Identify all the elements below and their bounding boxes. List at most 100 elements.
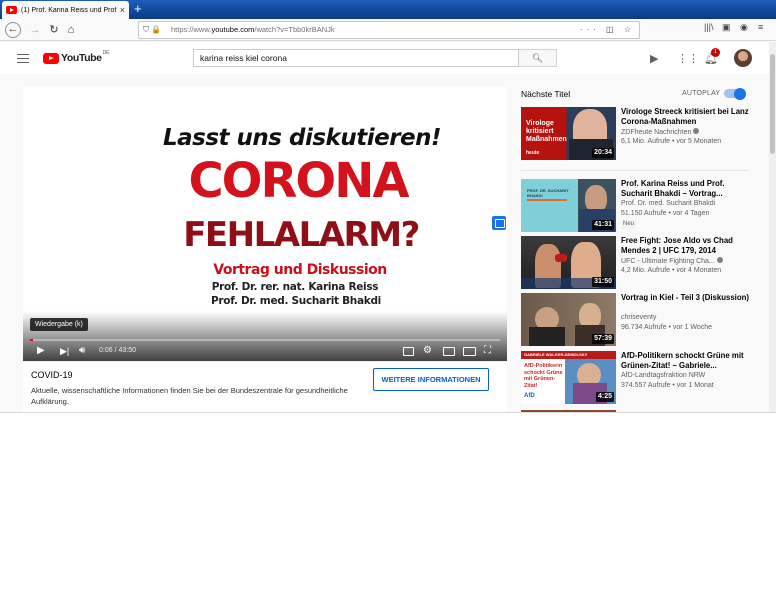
theater-mode-icon[interactable] <box>463 347 476 356</box>
video-channel[interactable]: chriseventy <box>621 314 656 321</box>
info-panel-description: Aktuelle, wissenschaftliche Informatione… <box>31 386 348 406</box>
thumbnail-caption: PROF. DR. SUCHARIT BHAKDI <box>527 188 569 198</box>
video-thumbnail[interactable]: Virologe kritisiert Maßnahmen heute 20:3… <box>521 107 616 160</box>
video-title[interactable]: AfD-Politikern schockt Grüne mit Grünen-… <box>621 351 749 371</box>
list-item[interactable]: Virologe kritisiert Maßnahmen heute 20:3… <box>521 107 751 161</box>
progress-fill <box>30 339 33 341</box>
time-display: 0:06 / 43:50 <box>99 347 136 354</box>
video-frame-line-2: CORONA <box>188 153 409 209</box>
miniplayer-icon[interactable] <box>443 347 455 356</box>
logo-word: YouTube <box>61 52 102 64</box>
url-host: youtube.com <box>211 25 255 34</box>
guide-menu-icon[interactable] <box>17 54 29 63</box>
progress-bar[interactable] <box>30 339 500 341</box>
play-tooltip: Wiedergabe (k) <box>30 318 88 331</box>
video-duration: 41:31 <box>592 220 614 230</box>
video-channel-name: ZDFheute Nachrichten <box>621 129 692 136</box>
toggle-knob <box>734 87 746 100</box>
thumbnail-brand: heute <box>526 150 540 156</box>
video-thumbnail[interactable]: PROF. DR. SUCHARIT BHAKDI 41:31 <box>521 179 616 232</box>
time-current: 0:06 <box>99 347 113 354</box>
video-title[interactable]: Prof. Karina Reiss und Prof. Sucharit Bh… <box>621 179 749 199</box>
apps-grid-icon[interactable]: ⋮⋮ <box>677 52 699 65</box>
video-meta: 4,2 Mio. Aufrufe • vor 4 Monaten <box>621 267 722 274</box>
home-button[interactable]: ⌂ <box>63 22 79 38</box>
url-path: /watch?v=Tbb0krBANJk <box>254 25 335 34</box>
thumbnail-caption: Virologe kritisiert Maßnahmen <box>526 120 567 143</box>
scrollbar-thumb[interactable] <box>770 54 775 154</box>
list-item[interactable]: 31:50 Free Fight: Jose Aldo vs Chad Mend… <box>521 236 751 290</box>
video-channel[interactable]: Prof. Dr. med. Sucharit Bhakdi <box>621 200 715 207</box>
tab-close-icon[interactable]: × <box>120 5 125 15</box>
volume-icon[interactable]: 🔊︎ <box>79 345 85 357</box>
new-tab-button[interactable]: + <box>134 2 142 16</box>
autoplay-toggle[interactable] <box>724 87 746 100</box>
video-thumbnail[interactable]: 31:50 <box>521 236 616 289</box>
library-icon[interactable]: |||\ <box>704 22 714 32</box>
shield-lock-icon: ⛉ 🔒 <box>143 25 162 34</box>
video-channel[interactable]: ZDFheute Nachrichten <box>621 128 700 136</box>
verified-icon <box>716 257 723 263</box>
video-duration: 20:34 <box>592 148 614 158</box>
video-meta: 51.150 Aufrufe • vor 4 Tagen <box>621 210 710 217</box>
page-scrollbar[interactable] <box>769 42 776 412</box>
notification-count: 1 <box>711 48 720 57</box>
youtube-play-icon <box>43 52 59 64</box>
video-thumbnail[interactable]: GABRIELE WALGER-DEMOLSKY AfD-Politikerin… <box>521 351 616 404</box>
player-controls: ▶ ▶| 🔊︎ 0:06 / 43:50 ⚙ ⛶ <box>23 343 507 361</box>
video-duration: 31:50 <box>592 277 614 287</box>
video-duration: 4:25 <box>595 392 614 402</box>
sidebar-icon[interactable]: ▣ <box>722 22 731 33</box>
page-actions-menu-icon[interactable]: ··· <box>580 25 600 34</box>
video-title[interactable]: Virologe Streeck kritisiert bei Lanz Cor… <box>621 107 749 127</box>
list-item-partial[interactable] <box>521 410 616 412</box>
video-frame-line-3: FEHLALARM? <box>183 215 420 255</box>
subtitles-icon[interactable] <box>403 347 414 356</box>
url-bar[interactable]: ⛉ 🔒 https://www.youtube.com/watch?v=Tbb0… <box>138 21 640 39</box>
avatar[interactable] <box>734 49 752 67</box>
video-channel[interactable]: UFC - Ultimate Fighting Cha... <box>621 257 723 265</box>
youtube-header: YouTube DE karina reiss kiel corona 🔍︎ ▶… <box>0 42 770 74</box>
search-icon: 🔍︎ <box>531 53 544 63</box>
video-meta: 96.734 Aufrufe • vor 1 Woche <box>621 324 713 331</box>
new-badge: Neu <box>621 220 637 229</box>
search-button[interactable]: 🔍︎ <box>519 49 557 67</box>
list-item[interactable]: PROF. DR. SUCHARIT BHAKDI 41:31 Prof. Ka… <box>521 179 751 233</box>
next-icon[interactable]: ▶| <box>60 345 69 357</box>
play-icon[interactable]: ▶ <box>37 345 45 357</box>
menu-icon[interactable]: ≡ <box>758 22 763 32</box>
thumbnail-header: GABRIELE WALGER-DEMOLSKY <box>524 352 588 357</box>
video-thumbnail[interactable]: 57:39 <box>521 293 616 346</box>
up-next-label: Nächste Titel <box>521 89 571 99</box>
back-button[interactable]: ← <box>5 22 21 38</box>
video-title[interactable]: Vortrag in Kiel - Teil 3 (Diskussion) <box>621 293 749 303</box>
forward-button[interactable]: → <box>27 22 43 38</box>
url-prefix: https://www. <box>171 25 212 34</box>
video-channel[interactable]: AfD-Landtagsfraktion NRW <box>621 372 705 379</box>
browser-tab[interactable]: (1) Prof. Karina Reiss und Prof. × <box>2 1 129 19</box>
video-meta: 6,1 Mio. Aufrufe • vor 5 Monaten <box>621 138 722 145</box>
youtube-logo[interactable]: YouTube DE <box>43 50 110 64</box>
thumbnail-caption: AfD-Politikerin schockt Grüne mit Grünen… <box>524 363 563 389</box>
more-info-button[interactable]: WEITERE INFORMATIONEN <box>373 368 489 391</box>
browser-tab-bar: (1) Prof. Karina Reiss und Prof. × + <box>0 0 776 19</box>
reload-button[interactable]: ↻ <box>46 22 62 38</box>
account-icon[interactable]: ◉ <box>740 22 748 33</box>
video-player[interactable]: Lasst uns diskutieren! CORONA FEHLALARM?… <box>23 87 507 361</box>
logo-country: DE <box>102 50 110 56</box>
video-frame-line-1: Lasst uns diskutieren! <box>163 125 442 151</box>
fullscreen-icon[interactable]: ⛶ <box>484 345 491 357</box>
video-title[interactable]: Free Fight: Jose Aldo vs Chad Mendes 2 |… <box>621 236 749 256</box>
create-video-icon[interactable]: ▶︎ <box>650 52 658 65</box>
search-input[interactable]: karina reiss kiel corona <box>193 49 519 67</box>
picture-in-picture-icon[interactable] <box>492 216 506 230</box>
list-item[interactable]: 57:39 Vortrag in Kiel - Teil 3 (Diskussi… <box>521 293 751 347</box>
screen: (1) Prof. Karina Reiss und Prof. × + ← →… <box>0 0 776 413</box>
covid-info-panel: COVID-19 Aktuelle, wissenschaftliche Inf… <box>23 361 507 412</box>
list-item[interactable]: GABRIELE WALGER-DEMOLSKY AfD-Politikerin… <box>521 351 751 405</box>
info-panel-title: COVID-19 <box>31 370 73 380</box>
video-channel-name: UFC - Ultimate Fighting Cha... <box>621 258 715 265</box>
video-frame-line-4: Vortrag und Diskussion <box>213 262 387 278</box>
page-actions[interactable]: ··· ◫ ☆ <box>580 22 635 38</box>
settings-gear-icon[interactable]: ⚙ <box>423 345 432 357</box>
